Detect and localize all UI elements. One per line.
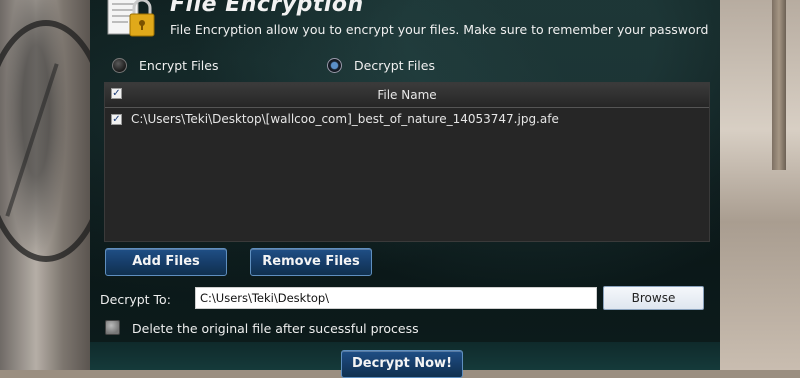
file-list[interactable]: ✓ File Name ✓ C:\Users\Teki\Desktop\[wal… xyxy=(104,82,710,242)
radio-decrypt-files[interactable]: Decrypt Files xyxy=(327,58,435,73)
file-encryption-panel: File Encryption File Encryption allow yo… xyxy=(90,0,720,378)
background-left-scenery xyxy=(0,0,112,370)
radio-button-selected-icon[interactable] xyxy=(327,58,342,73)
browse-button[interactable]: Browse xyxy=(603,286,704,310)
radio-decrypt-label: Decrypt Files xyxy=(354,58,435,73)
post-decoration xyxy=(772,0,786,170)
list-item[interactable]: ✓ C:\Users\Teki\Desktop\[wallcoo_com]_be… xyxy=(105,108,709,130)
add-files-button[interactable]: Add Files xyxy=(105,248,227,276)
radio-encrypt-label: Encrypt Files xyxy=(139,58,219,73)
remove-files-button[interactable]: Remove Files xyxy=(250,248,372,276)
row-checkbox[interactable]: ✓ xyxy=(111,114,122,125)
background-right-scenery xyxy=(720,0,800,370)
radio-encrypt-files[interactable]: Encrypt Files xyxy=(112,58,218,73)
file-path-text: C:\Users\Teki\Desktop\[wallcoo_com]_best… xyxy=(131,112,559,126)
file-name-column-header: File Name xyxy=(377,88,437,102)
delete-original-label: Delete the original file after sucessful… xyxy=(132,321,419,336)
radio-button-icon[interactable] xyxy=(112,58,127,73)
document-lock-icon xyxy=(107,0,155,37)
decrypt-to-label: Decrypt To: xyxy=(100,292,171,307)
delete-original-checkbox[interactable] xyxy=(105,320,120,335)
window-title: File Encryption xyxy=(170,0,364,17)
file-list-header: ✓ File Name xyxy=(105,83,709,108)
decrypt-now-button[interactable]: Decrypt Now! xyxy=(341,350,463,378)
decrypt-to-path-input[interactable] xyxy=(195,287,597,309)
window-subtitle: File Encryption allow you to encrypt you… xyxy=(170,22,709,37)
